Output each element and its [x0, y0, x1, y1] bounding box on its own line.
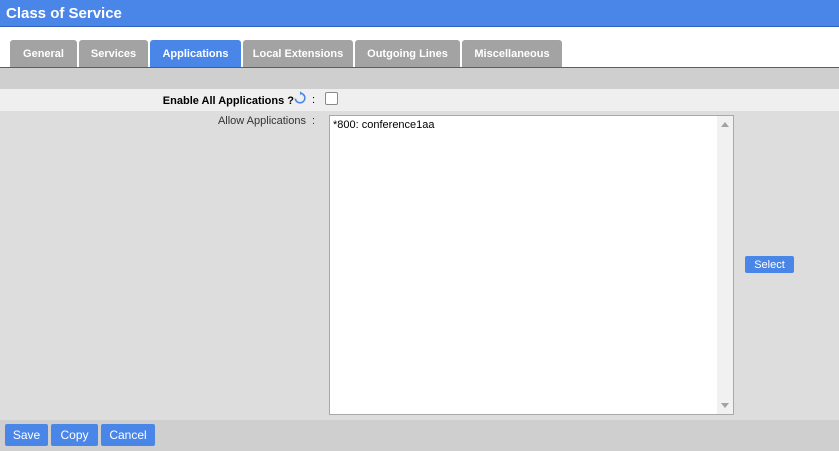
title-bar: Class of Service [0, 0, 839, 27]
tab-miscellaneous[interactable]: Miscellaneous [462, 40, 562, 67]
tab-applications[interactable]: Applications [150, 40, 241, 67]
refresh-icon[interactable] [293, 91, 307, 105]
tab-label: Applications [162, 47, 229, 60]
allow-applications-panel: Allow Applications : *800: conference1aa… [0, 111, 839, 420]
section-header-band [0, 68, 839, 89]
tab-label: General [23, 47, 64, 60]
tab-bar: General Services Applications Local Exte… [0, 40, 839, 67]
tab-local-extensions[interactable]: Local Extensions [243, 40, 353, 67]
select-button[interactable]: Select [745, 256, 794, 273]
tab-label: Services [90, 47, 137, 60]
copy-button[interactable]: Copy [51, 424, 98, 446]
enable-all-label: Enable All Applications ? [162, 95, 294, 107]
listbox-scrollbar[interactable] [717, 116, 733, 414]
tab-label: Outgoing Lines [367, 47, 448, 60]
scroll-up-icon[interactable] [721, 122, 729, 127]
enable-all-checkbox[interactable] [325, 92, 338, 105]
scroll-down-icon[interactable] [721, 403, 729, 408]
footer-toolbar: Save Copy Cancel [0, 420, 839, 451]
tab-outgoing-lines[interactable]: Outgoing Lines [355, 40, 460, 67]
tab-label: Local Extensions [252, 47, 344, 60]
enable-all-separator: : [312, 94, 316, 106]
tab-label: Miscellaneous [474, 47, 550, 60]
enable-all-row: Enable All Applications ? : [0, 89, 839, 111]
save-button[interactable]: Save [5, 424, 48, 446]
cancel-button[interactable]: Cancel [101, 424, 155, 446]
tab-services[interactable]: Services [79, 40, 148, 67]
allow-applications-listbox[interactable]: *800: conference1aa [329, 115, 734, 415]
list-item[interactable]: *800: conference1aa [333, 119, 435, 131]
allow-applications-separator: : [312, 115, 316, 127]
page-title: Class of Service [6, 5, 122, 22]
allow-applications-label: Allow Applications [217, 115, 306, 127]
tab-general[interactable]: General [10, 40, 77, 67]
